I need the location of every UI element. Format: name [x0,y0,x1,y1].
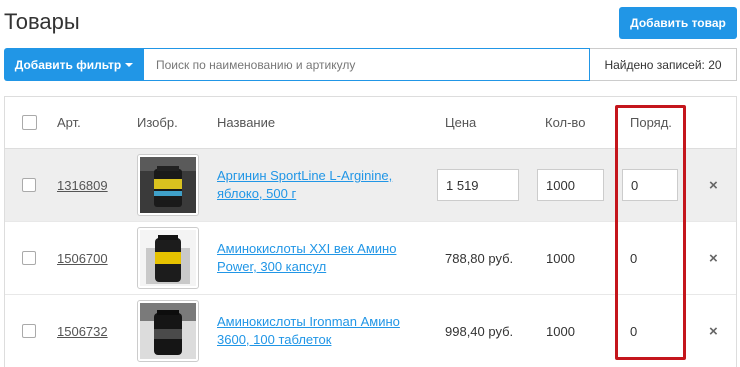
price-input[interactable]: 1 519 [437,169,519,201]
article-link[interactable]: 1316809 [57,178,108,193]
article-link[interactable]: 1506732 [57,324,108,339]
table-row[interactable]: 1506732 Аминокислоты Ironman Амино 3600,… [5,295,736,367]
order-value: 0 [630,250,638,266]
product-thumbnail[interactable] [137,227,199,289]
product-name-link[interactable]: Аргинин SportLine L-Arginine, яблоко, 50… [217,167,392,203]
column-header-name[interactable]: Название [217,97,417,148]
products-table: Арт. Изобр. Название Цена Кол-во Поряд. … [4,96,737,367]
page-title: Товары [4,9,80,34]
product-image [140,230,196,286]
table-row[interactable]: 1506700 Аминокислоты XXI век Амино Power… [5,222,736,295]
product-image [140,303,196,359]
column-header-article[interactable]: Арт. [57,97,81,148]
price-value: 788,80 руб. [445,250,514,266]
table-header: Арт. Изобр. Название Цена Кол-во Поряд. [5,97,736,149]
quantity-value: 1000 [546,323,575,339]
row-checkbox[interactable] [22,178,36,192]
order-value: 0 [630,323,638,339]
column-header-price[interactable]: Цена [445,97,476,148]
product-name-line: Power, 300 капсул [217,259,327,274]
product-thumbnail[interactable] [137,154,199,216]
product-name-link[interactable]: Аминокислоты XXI век Амино Power, 300 ка… [217,240,396,276]
product-name-line: Аргинин SportLine L-Arginine, [217,168,393,183]
product-name-line: 3600, 100 таблеток [217,332,332,347]
product-thumbnail[interactable] [137,300,199,362]
add-filter-label: Добавить фильтр [14,57,122,72]
add-filter-button[interactable]: Добавить фильтр [4,48,144,81]
column-header-image: Изобр. [137,115,178,130]
select-all-checkbox[interactable] [22,115,37,130]
add-product-button[interactable]: Добавить товар [619,7,737,39]
product-image [140,157,196,213]
article-link[interactable]: 1506700 [57,251,108,266]
search-input[interactable] [144,48,590,81]
product-name-link[interactable]: Аминокислоты Ironman Амино 3600, 100 таб… [217,313,400,349]
delete-icon[interactable]: × [709,323,718,340]
quantity-value: 1000 [546,250,575,266]
delete-icon[interactable]: × [709,250,718,267]
product-name-line: яблоко, 500 г [217,186,297,201]
table-row[interactable]: 1316809 Аргинин SportLine L-Arginine, яб… [5,149,736,222]
order-input[interactable]: 0 [622,169,678,201]
row-checkbox[interactable] [22,251,36,265]
product-name-line: Аминокислоты Ironman Амино [217,314,400,329]
filter-bar: Добавить фильтр Найдено записей: 20 [4,48,737,81]
quantity-input[interactable]: 1000 [537,169,604,201]
delete-icon[interactable]: × [709,177,718,194]
product-name-line: Аминокислоты XXI век Амино [217,241,397,256]
chevron-down-icon [125,62,134,67]
column-header-order[interactable]: Поряд. [630,97,672,148]
row-checkbox[interactable] [22,324,36,338]
price-value: 998,40 руб. [445,323,514,339]
found-count: Найдено записей: 20 [590,48,737,81]
column-header-quantity[interactable]: Кол-во [545,97,585,148]
